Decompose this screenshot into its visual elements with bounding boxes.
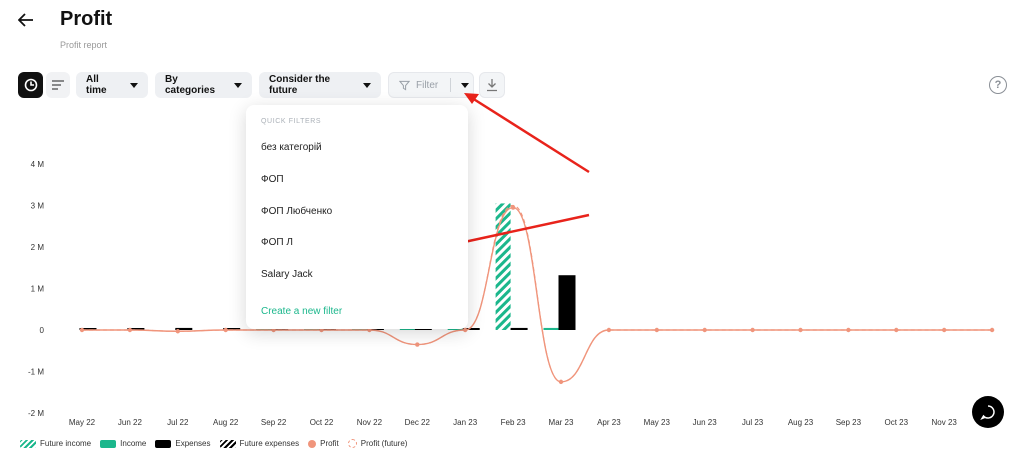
profit-point[interactable] <box>942 327 947 333</box>
x-tick-label: Nov 22 <box>356 418 383 427</box>
profit-point[interactable] <box>175 329 180 334</box>
chat-icon <box>980 405 995 420</box>
x-tick-label: Aug 23 <box>787 418 814 427</box>
create-filter-link[interactable]: Create a new filter <box>261 306 342 317</box>
profit-point[interactable] <box>510 205 516 210</box>
quick-filters-heading: QUICK FILTERS <box>261 118 322 125</box>
y-tick-label: 0 <box>40 326 45 335</box>
x-tick-label: Jun 22 <box>117 418 142 427</box>
x-tick-label: Jan 23 <box>453 418 478 427</box>
x-tick-label: Jul 22 <box>167 418 189 427</box>
x-tick-label: May 22 <box>68 418 96 427</box>
profit-point[interactable] <box>415 342 420 347</box>
chart-legend: Future income Income Expenses Future exp… <box>20 439 411 448</box>
y-tick-label: 2 M <box>31 243 45 252</box>
profit-point[interactable] <box>846 327 851 333</box>
profit-point[interactable] <box>750 327 755 333</box>
profit-point[interactable] <box>127 327 133 333</box>
profit-point[interactable] <box>79 327 85 333</box>
profit-point[interactable] <box>654 327 659 333</box>
x-tick-label: Feb 23 <box>500 418 526 427</box>
legend-item-future-income[interactable]: Future income <box>20 439 91 448</box>
x-tick-label: Dec 22 <box>404 418 430 427</box>
x-tick-label: Jul 23 <box>741 418 764 427</box>
profit-point[interactable] <box>606 327 612 333</box>
quick-filters-dropdown: QUICK FILTERS без категорій ФОП ФОП Любч… <box>246 105 468 329</box>
legend-item-income[interactable]: Income <box>100 439 146 448</box>
profit-point[interactable] <box>798 327 803 333</box>
bar-expenses[interactable] <box>510 327 528 330</box>
profit-point[interactable] <box>223 327 228 333</box>
profit-point[interactable] <box>989 327 995 333</box>
profit-chart: 4 M 3 M 2 M 1 M 0 -1 M -2 M <box>28 160 995 418</box>
quick-filter-item[interactable]: ФОП <box>261 174 284 185</box>
x-tick-label: Oct 22 <box>309 418 334 427</box>
bar-income[interactable] <box>543 327 559 330</box>
y-tick-label: 3 M <box>31 202 45 211</box>
x-tick-label: Aug 22 <box>213 418 239 427</box>
x-tick-label: Sep 23 <box>835 418 862 427</box>
x-tick-label: Apr 23 <box>597 418 621 427</box>
quick-filter-item[interactable]: Salary Jack <box>261 269 313 280</box>
y-tick-label: -2 M <box>28 409 44 418</box>
profit-point[interactable] <box>558 379 564 385</box>
bar-future-income[interactable] <box>495 203 511 330</box>
y-tick-label: -1 M <box>28 368 44 377</box>
profit-point[interactable] <box>463 327 468 333</box>
quick-filter-item[interactable]: без категорій <box>261 142 322 153</box>
legend-item-expenses[interactable]: Expenses <box>155 439 211 448</box>
quick-filter-item[interactable]: ФОП Л <box>261 237 293 248</box>
profit-point[interactable] <box>702 327 707 333</box>
x-tick-label: Nov 23 <box>931 418 957 427</box>
chat-button[interactable] <box>972 396 1004 428</box>
y-tick-label: 4 M <box>31 160 45 169</box>
profit-point[interactable] <box>894 327 899 333</box>
legend-item-future-expenses[interactable]: Future expenses <box>219 439 299 448</box>
legend-item-profit[interactable]: Profit <box>308 439 339 448</box>
profit-line <box>82 206 993 383</box>
x-tick-label: Mar 23 <box>548 418 574 427</box>
x-tick-label: May 23 <box>643 418 670 427</box>
x-tick-label: Oct 23 <box>884 418 909 427</box>
x-tick-label: Jun 23 <box>692 418 717 427</box>
x-tick-label: Sep 22 <box>260 418 287 427</box>
quick-filter-item[interactable]: ФОП Любченко <box>261 206 332 217</box>
legend-item-profit-future[interactable]: Profit (future) <box>347 439 407 448</box>
y-tick-label: 1 M <box>31 285 45 294</box>
bar-expenses[interactable] <box>558 275 576 330</box>
